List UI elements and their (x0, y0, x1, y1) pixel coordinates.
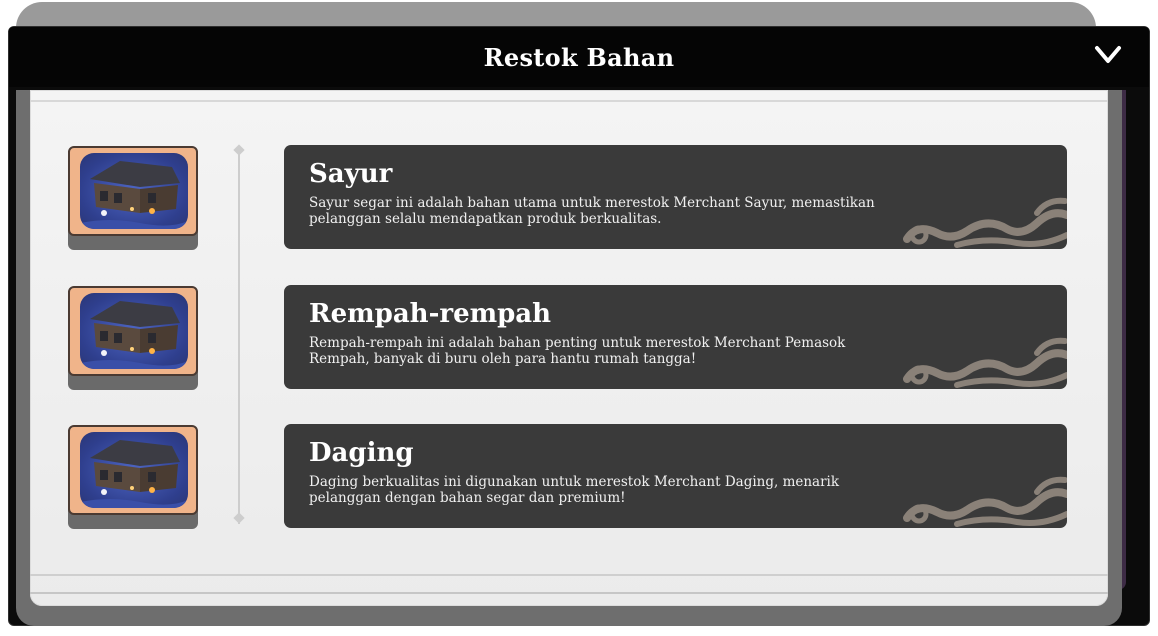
merchant-stall-image (80, 153, 188, 229)
item-thumbnail[interactable] (68, 146, 198, 250)
merchant-stall-image (80, 432, 188, 508)
item-thumbnail[interactable] (68, 425, 198, 529)
item-name: Daging (309, 438, 414, 468)
item-name: Sayur (309, 159, 393, 189)
item-description: Sayur segar ini adalah bahan utama untuk… (309, 195, 875, 227)
item-name: Rempah-rempah (309, 299, 552, 329)
merchant-stall-image (80, 293, 188, 369)
item-description: Rempah-rempah ini adalah bahan penting u… (309, 335, 846, 367)
item-description: Daging berkualitas ini digunakan untuk m… (309, 474, 840, 506)
item-card-sayur[interactable]: Sayur Sayur segar ini adalah bahan utama… (284, 145, 1067, 249)
bottom-divider (30, 574, 1108, 576)
chevron-down-icon[interactable] (1093, 43, 1123, 67)
item-thumbnail[interactable] (68, 286, 198, 390)
window-title: Restok Bahan (483, 42, 675, 72)
vertical-divider (238, 150, 240, 524)
swirl-ornament-icon (903, 337, 1067, 388)
swirl-ornament-icon (903, 197, 1067, 248)
top-divider (30, 100, 1108, 102)
window-header: Restok Bahan (9, 27, 1149, 87)
swirl-ornament-icon (903, 476, 1067, 527)
item-card-rempah-rempah[interactable]: Rempah-rempah Rempah-rempah ini adalah b… (284, 285, 1067, 389)
bottom-divider-secondary (30, 592, 1108, 594)
item-card-daging[interactable]: Daging Daging berkualitas ini digunakan … (284, 424, 1067, 528)
